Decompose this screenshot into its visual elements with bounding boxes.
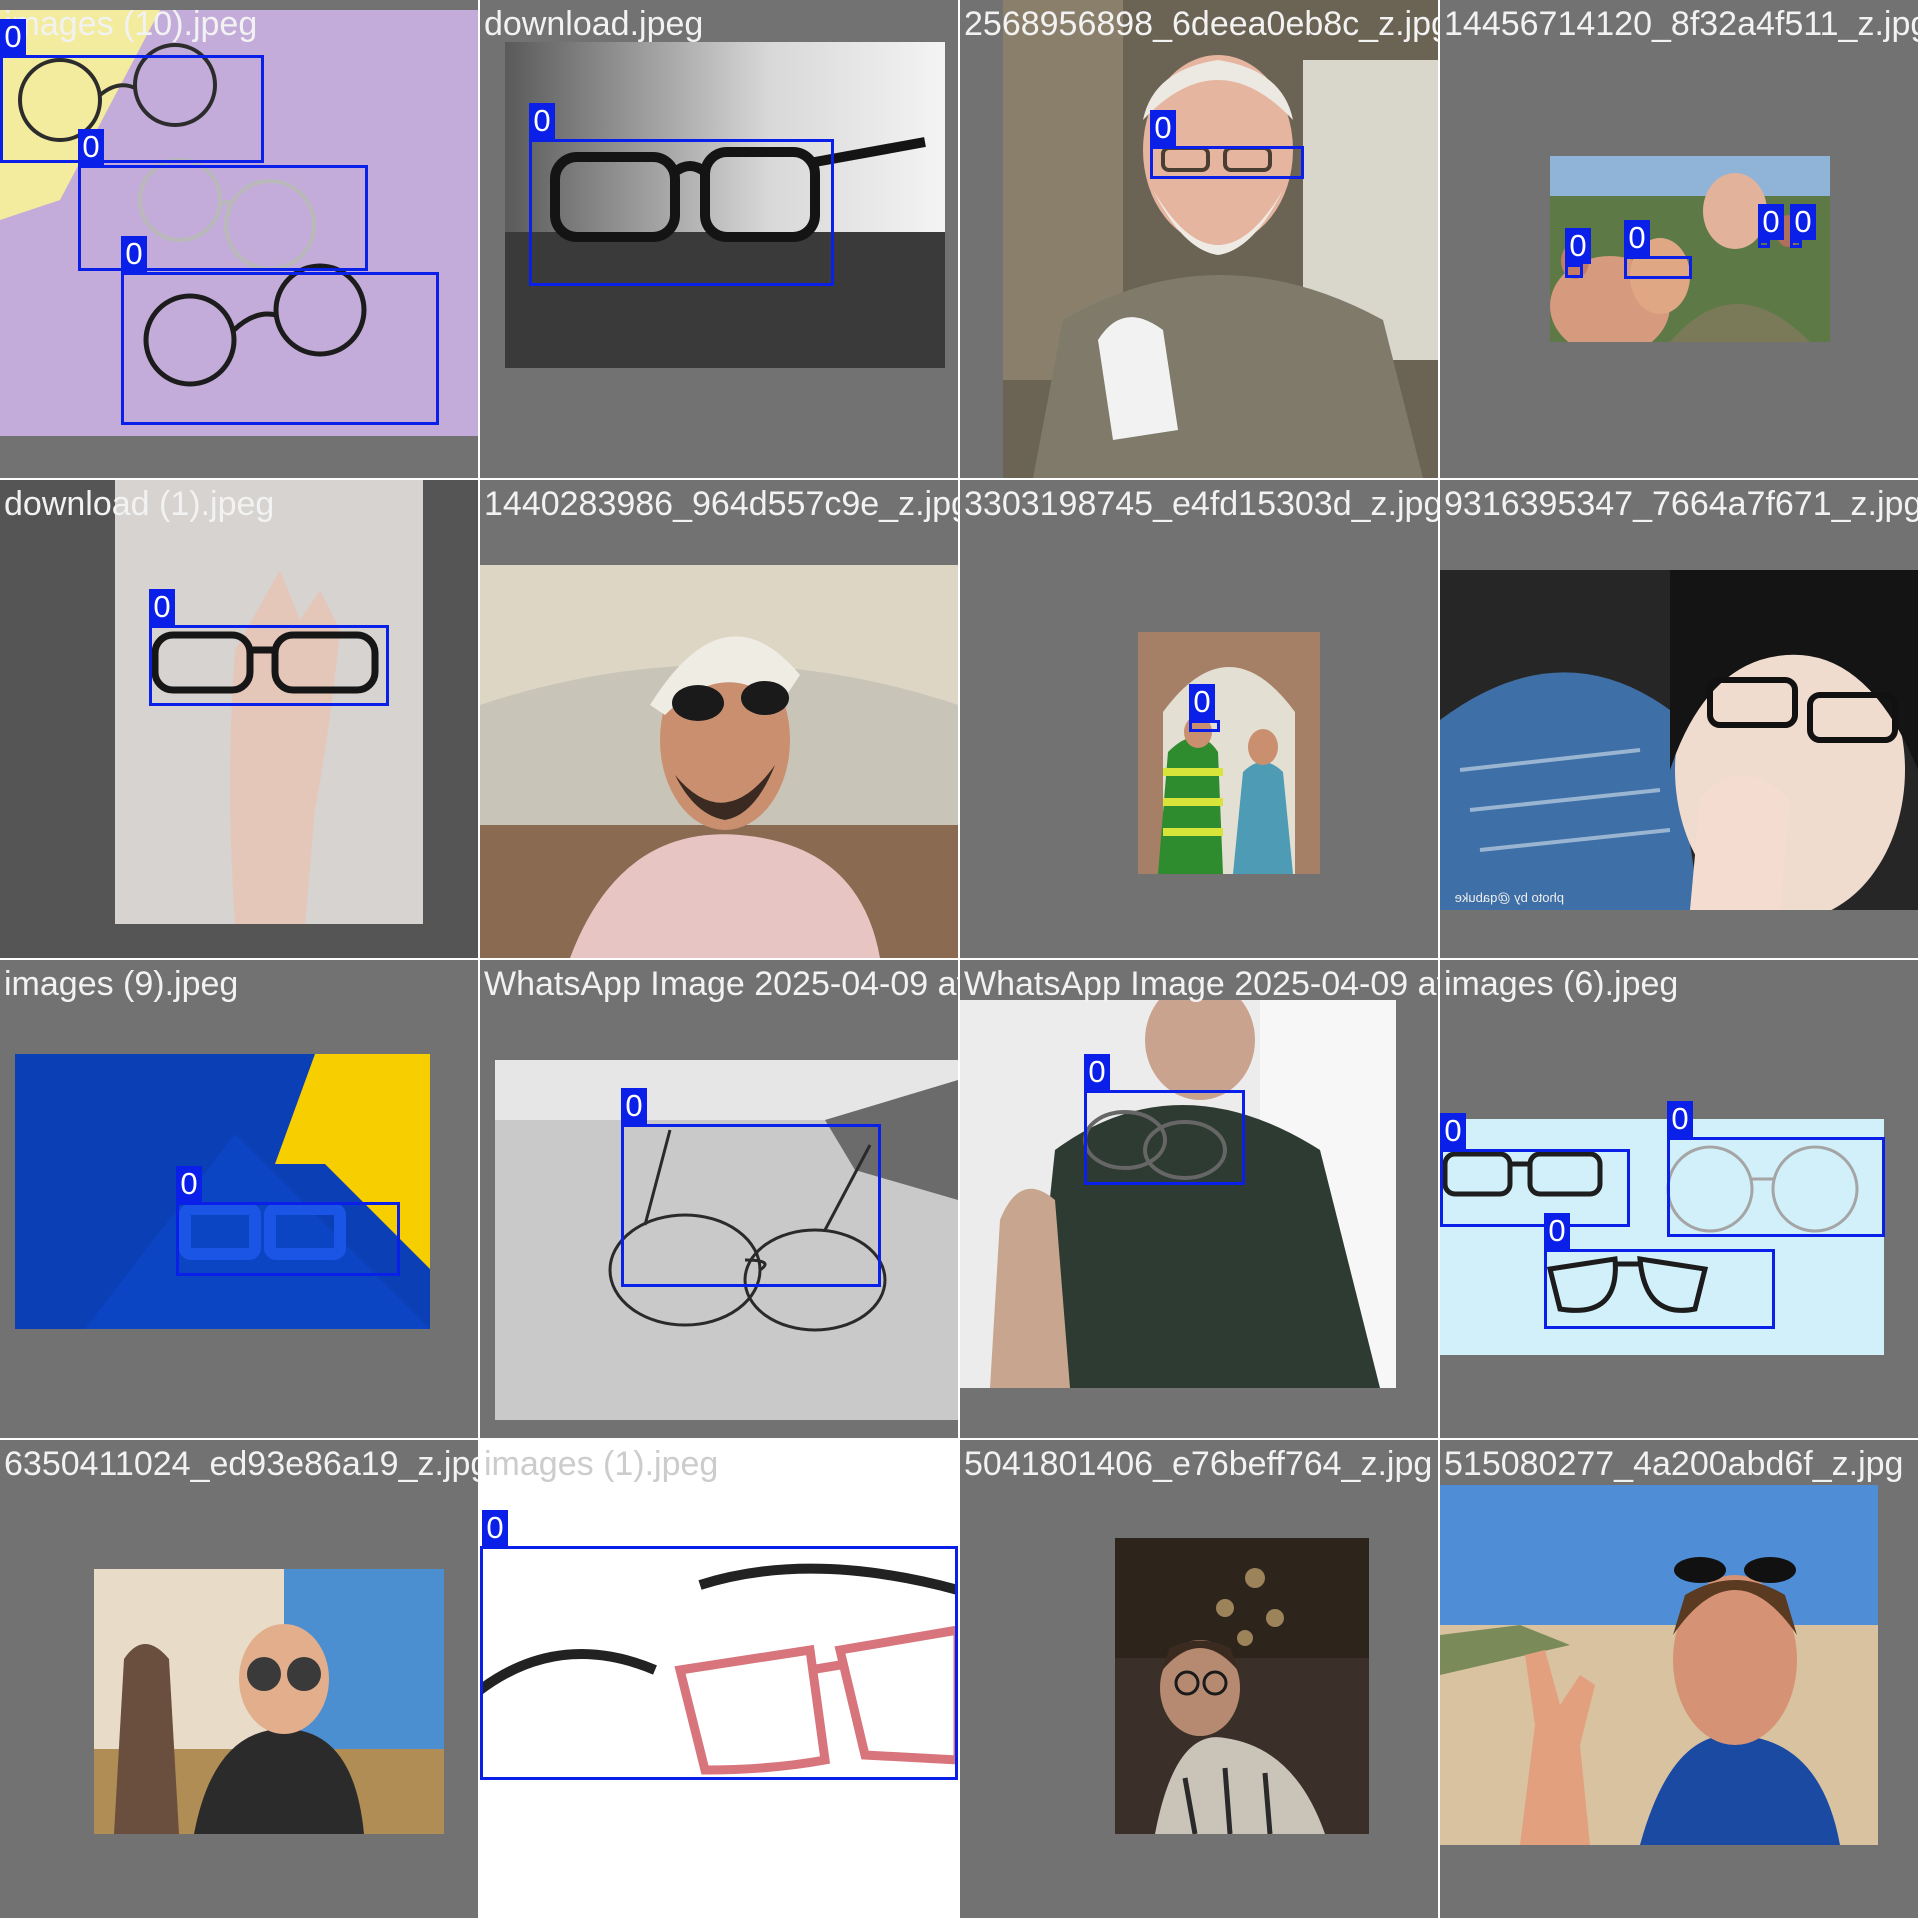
tile-hand-glasses: download (1).jpeg 0 (0, 480, 478, 958)
tile-man-holding-glasses: WhatsApp Image 2025-04-09 at 13.10.30.jp… (960, 960, 1438, 1438)
class-label: 0 (1624, 220, 1650, 256)
photo-crowd-selfie (1550, 156, 1830, 342)
photo-blue-glasses (15, 1054, 430, 1329)
detection-box: 0 (1565, 228, 1591, 278)
tile-desk-glasses: WhatsApp Image 2025-04-09 at 13.10.38.jp… (480, 960, 958, 1438)
tile-red-glasses: images (1).jpeg 0 (480, 1440, 958, 1918)
tile-filename: 2568956898_6deea0eb8c_z.jpg (964, 5, 1438, 43)
detection-box: 0 (480, 1510, 958, 1780)
detection-box: 0 (529, 103, 834, 286)
class-label: 0 (1790, 204, 1816, 240)
tile-filename: 6350411024_ed93e86a19_z.jpg (4, 1445, 478, 1483)
tile-filename: 9316395347_7664a7f671_z.jpg (1444, 485, 1918, 523)
detection-box: 0 (0, 19, 264, 163)
detection-batch-mosaic: images (10).jpeg 0 0 0 download.jpeg 0 2… (0, 0, 1920, 1920)
photo-dim-room (1115, 1538, 1369, 1834)
class-label: 0 (1758, 204, 1784, 240)
detection-box: 0 (1624, 220, 1692, 279)
class-label: 0 (1544, 1213, 1570, 1249)
tile-boy-goggles: 6350411024_ed93e86a19_z.jpg (0, 1440, 478, 1918)
tile-filename: images (1).jpeg (484, 1445, 719, 1483)
photo-older-man (1003, 0, 1438, 478)
detection-box: 0 (176, 1166, 400, 1276)
detection-box: 0 (1084, 1054, 1245, 1185)
tile-filename: 3303198745_e4fd15303d_z.jpg (964, 485, 1438, 523)
tile-download: download.jpeg 0 (480, 0, 958, 478)
photo-woman-with-glasses (1440, 570, 1918, 910)
tile-three-glasses-blue: images (6).jpeg 0 0 0 (1440, 960, 1918, 1438)
tile-filename: download.jpeg (484, 5, 704, 43)
photo-costume-crowd (1138, 632, 1320, 874)
detection-box: 0 (1758, 204, 1784, 248)
tile-filename: images (6).jpeg (1444, 965, 1679, 1003)
class-label: 0 (149, 589, 175, 625)
tile-filename: download (1).jpeg (4, 485, 275, 523)
tile-filename: 1440283986_964d557c9e_z.jpg (484, 485, 958, 523)
tile-keffiyeh-man: 1440283986_964d557c9e_z.jpg (480, 480, 958, 958)
detection-box: 0 (621, 1088, 881, 1287)
tile-filename: images (10).jpeg (4, 5, 258, 43)
class-label: 0 (621, 1088, 647, 1124)
photo-keffiyeh-man (480, 565, 958, 958)
class-label: 0 (1150, 110, 1176, 146)
tile-desert-selfie: 515080277_4a200abd6f_z.jpg (1440, 1440, 1918, 1918)
tile-filename: 5041801406_e76beff764_z.jpg (964, 1445, 1433, 1483)
class-label: 0 (0, 19, 26, 55)
tile-filename: 515080277_4a200abd6f_z.jpg (1444, 1445, 1904, 1483)
detection-box: 0 (149, 589, 389, 706)
class-label: 0 (78, 129, 104, 165)
photo-caption: photo by @qabuke (1454, 890, 1564, 905)
class-label: 0 (1667, 1101, 1693, 1137)
tile-blue-glasses: images (9).jpeg 0 (0, 960, 478, 1438)
class-label: 0 (482, 1510, 508, 1546)
detection-box: 0 (1544, 1213, 1775, 1329)
photo-man-holding-glasses (960, 1000, 1396, 1388)
class-label: 0 (529, 103, 555, 139)
detection-box: 0 (1790, 204, 1816, 248)
tile-costumes: 3303198745_e4fd15303d_z.jpg 0 (960, 480, 1438, 958)
tile-filename: images (9).jpeg (4, 965, 239, 1003)
tile-woman-glasses: 9316395347_7664a7f671_z.jpg photo by @qa… (1440, 480, 1918, 958)
class-label: 0 (1440, 1113, 1466, 1149)
photo-boy-goggles (94, 1569, 444, 1834)
class-label: 0 (176, 1166, 202, 1202)
class-label: 0 (1565, 228, 1591, 264)
tile-filename: 14456714120_8f32a4f511_z.jpg (1444, 5, 1918, 43)
class-label: 0 (1189, 684, 1215, 720)
tile-filename: WhatsApp Image 2025-04-09 at 13.10.38.jp… (484, 965, 958, 1003)
tile-images-10: images (10).jpeg 0 0 0 (0, 0, 478, 478)
detection-box: 0 (1150, 110, 1304, 179)
class-label: 0 (121, 236, 147, 272)
detection-box: 0 (1440, 1113, 1630, 1227)
tile-crowd-selfie: 14456714120_8f32a4f511_z.jpg 0 0 0 0 (1440, 0, 1918, 478)
detection-box: 0 (1667, 1101, 1885, 1237)
tile-dim-room: 5041801406_e76beff764_z.jpg (960, 1440, 1438, 1918)
detection-box: 0 (121, 236, 439, 425)
class-label: 0 (1084, 1054, 1110, 1090)
tile-older-man: 2568956898_6deea0eb8c_z.jpg 0 (960, 0, 1438, 478)
detection-box: 0 (1189, 684, 1220, 732)
photo-desert-selfie (1440, 1485, 1878, 1845)
tile-filename: WhatsApp Image 2025-04-09 at 13.10.30.jp… (964, 965, 1438, 1003)
